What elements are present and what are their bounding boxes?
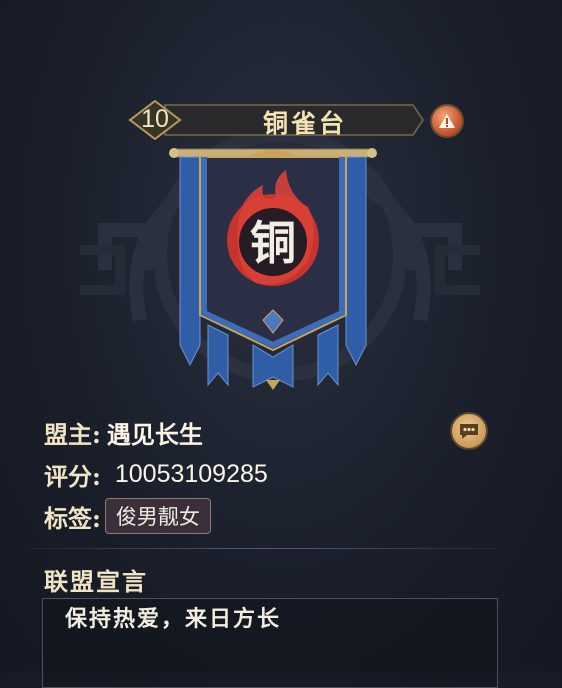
score-value: 10053109285 [114,459,268,488]
chat-button[interactable] [450,412,488,450]
tags-row: 标签: 俊男靓女 [44,498,211,534]
alliance-banner: 铜 [168,145,378,395]
alliance-name: 铜雀台 [262,109,347,138]
chat-bubble-icon [460,424,478,439]
leader-row: 盟主: 遇见长生 [44,415,203,450]
banner-emblem-char: 铜 [250,216,296,270]
alliance-title-bar: 10 铜雀台 [125,100,425,140]
leader-label: 盟主: [44,419,101,449]
tag-badge: 俊男靓女 [104,498,211,534]
alliance-level: 10 [141,105,169,133]
report-button[interactable] [430,104,464,138]
declaration-text: 保持热爱，来日方长 [65,606,282,632]
score-row: 评分: 10053109285 [44,458,268,491]
divider [30,548,500,549]
score-label: 评分: [44,461,101,491]
declaration-title: 联盟宣言 [44,567,148,596]
leader-name[interactable]: 遇见长生 [107,415,203,450]
tags-label: 标签: [44,503,101,533]
warning-icon [439,114,455,128]
declaration-box: 保持热爱，来日方长 [42,598,498,688]
